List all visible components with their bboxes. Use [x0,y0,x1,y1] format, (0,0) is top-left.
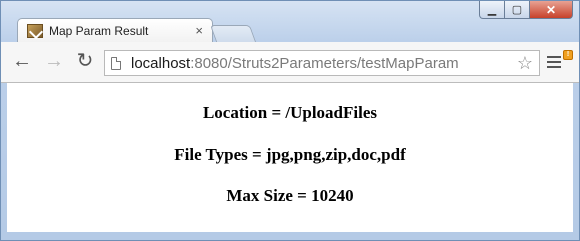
browser-toolbar: ← → ↻ localhost:8080/Struts2Parameters/t… [1,42,579,83]
browser-window: Map Param Result × ▁ ▢ ✕ ← → ↻ localhost… [0,0,580,241]
new-tab-button[interactable] [209,25,257,42]
maximize-button[interactable]: ▢ [504,1,530,19]
update-badge-icon: ! [563,50,573,60]
forward-button[interactable]: → [43,50,65,72]
location-text: Location = /UploadFiles [202,103,378,122]
back-button[interactable]: ← [11,50,33,72]
address-url[interactable]: localhost:8080/Struts2Parameters/testMap… [131,55,459,72]
address-bar[interactable]: localhost:8080/Struts2Parameters/testMap… [104,50,540,76]
page-favicon-icon [27,23,43,38]
page-icon [111,56,121,70]
window-controls: ▁ ▢ ✕ [479,1,573,19]
minimize-button[interactable]: ▁ [479,1,505,19]
address-host: localhost [131,54,191,72]
chrome-menu-icon[interactable] [547,56,561,68]
tab-close-icon[interactable]: × [195,24,203,37]
page-content: Location = /UploadFiles File Types = jpg… [7,83,573,232]
address-path: :8080/Struts2Parameters/testMapParam [190,54,459,72]
tab-title: Map Param Result [49,23,149,38]
max-size-text: Max Size = 10240 [226,186,354,205]
close-window-button[interactable]: ✕ [529,1,573,19]
reload-button[interactable]: ↻ [74,50,96,72]
tab-map-param-result[interactable]: Map Param Result × [17,18,213,42]
bookmark-star-icon[interactable]: ☆ [517,53,533,74]
file-types-text: File Types = jpg,png,zip,doc,pdf [174,145,406,164]
